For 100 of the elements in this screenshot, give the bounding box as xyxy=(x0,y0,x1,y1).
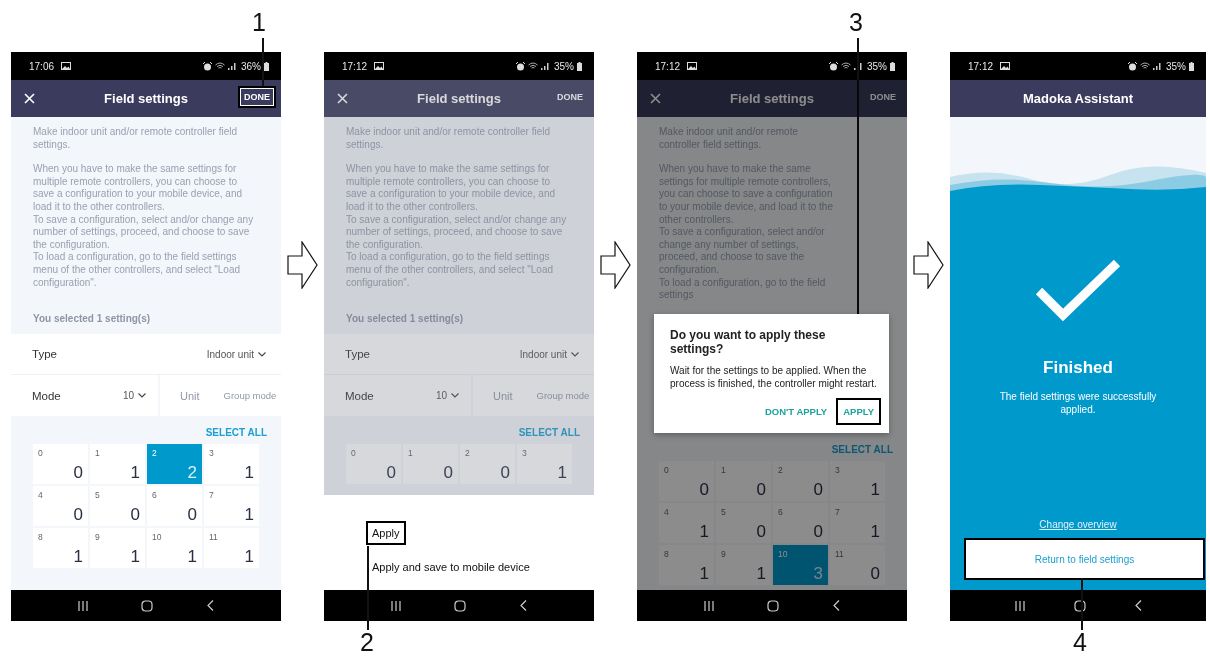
close-icon[interactable] xyxy=(337,93,348,104)
result-message: The field settings were successfully applied. xyxy=(998,390,1158,416)
return-button[interactable]: Return to field settings xyxy=(966,540,1203,578)
done-button[interactable]: DONE xyxy=(553,88,587,106)
cell-value: 0 xyxy=(756,479,766,499)
setting-cell[interactable]: 3 1 xyxy=(830,460,885,501)
change-overview-link[interactable]: Change overview xyxy=(1039,519,1117,530)
battery-percent: 35% xyxy=(554,60,574,72)
setting-cell[interactable]: 4 1 xyxy=(659,502,714,543)
dialog-title: Do you want to apply these settings? xyxy=(670,327,827,356)
status-time: 17:12 xyxy=(968,60,994,72)
image-icon xyxy=(1000,62,1011,70)
setting-cell[interactable]: 11 1 xyxy=(204,528,259,569)
back-icon[interactable] xyxy=(833,600,841,611)
right-arrow-icon xyxy=(600,241,631,289)
setting-cell[interactable]: 7 1 xyxy=(830,502,885,543)
recent-apps-icon[interactable] xyxy=(390,600,401,611)
signal-icon xyxy=(541,62,549,70)
setting-cell[interactable]: 9 1 xyxy=(716,544,771,585)
type-row[interactable]: Type Indoor unit xyxy=(11,334,281,376)
leader-line xyxy=(1081,578,1083,630)
done-button[interactable]: DONE xyxy=(866,88,900,106)
cell-value: 3 xyxy=(813,563,823,583)
setting-cell[interactable]: 0 0 xyxy=(33,444,88,485)
result-title: Finished xyxy=(1043,358,1113,378)
setting-cell[interactable]: 4 0 xyxy=(33,486,88,527)
checkmark-icon xyxy=(1035,259,1121,323)
cell-index: 8 xyxy=(664,548,669,559)
cell-value: 1 xyxy=(130,463,140,483)
battery-icon xyxy=(890,61,895,71)
battery-icon xyxy=(264,61,269,71)
setting-cell[interactable]: 7 1 xyxy=(204,486,259,527)
setting-cell[interactable]: 2 0 xyxy=(773,460,828,501)
home-icon[interactable] xyxy=(141,599,154,612)
setting-cell[interactable]: 0 0 xyxy=(659,460,714,501)
select-all-link[interactable]: SELECT ALL xyxy=(205,427,267,439)
back-icon[interactable] xyxy=(207,600,215,611)
screen-title: Madoka Assistant xyxy=(1022,91,1134,106)
screen-title: Field settings xyxy=(417,91,501,106)
setting-cell[interactable]: 8 1 xyxy=(33,528,88,569)
setting-cell[interactable]: 1 1 xyxy=(90,444,145,485)
type-row[interactable]: Type Indoor unit xyxy=(324,334,594,376)
recent-apps-icon[interactable] xyxy=(703,600,714,611)
home-icon[interactable] xyxy=(1073,599,1086,612)
cell-index: 0 xyxy=(351,448,356,459)
right-arrow-icon xyxy=(913,241,944,289)
intro-paragraph: Make indoor unit and/or remote controller field settings. xyxy=(346,126,551,152)
cell-index: 3 xyxy=(522,448,527,459)
setting-cell[interactable]: 1 0 xyxy=(403,444,458,485)
status-time: 17:12 xyxy=(342,60,368,72)
image-icon xyxy=(61,62,72,70)
cell-value: 0 xyxy=(813,521,823,541)
cell-value: 0 xyxy=(130,505,140,525)
setting-cell[interactable]: 2 2 xyxy=(147,444,202,485)
setting-cell[interactable]: 1 0 xyxy=(716,460,771,501)
selected-count: You selected 1 setting(s) xyxy=(345,312,465,327)
battery-percent: 36% xyxy=(241,60,261,72)
cell-index: 0 xyxy=(38,448,43,459)
setting-cell[interactable]: 8 1 xyxy=(659,544,714,585)
home-icon[interactable] xyxy=(767,599,780,612)
close-icon[interactable] xyxy=(24,93,35,104)
chevron-down-icon xyxy=(258,351,266,357)
cell-index: 8 xyxy=(38,532,43,543)
cell-index: 0 xyxy=(664,464,669,475)
cell-value: 1 xyxy=(557,463,567,483)
setting-cell[interactable]: 10 1 xyxy=(147,528,202,569)
mode-label: Mode xyxy=(345,389,375,402)
mode-selector[interactable]: Mode 10 xyxy=(324,375,471,417)
dialog-message: Wait for the settings to be applied. When the process is finished, the controller might restart. xyxy=(670,363,878,390)
recent-apps-icon[interactable] xyxy=(1014,600,1025,611)
battery-percent: 35% xyxy=(1166,60,1186,72)
setting-cell[interactable]: 5 0 xyxy=(716,502,771,543)
setting-cell[interactable]: 9 1 xyxy=(90,528,145,569)
intro-paragraph: When you have to make the same settings for multiple remote controllers, you can choose to save a configuration to your mobile device, and load it to the other controllers. To save a configuration, select and/or change any number of settings, proceed, and choose to save the configuration. To load a configuration, go to the field settings menu of the other controllers, and select "Load configuration". xyxy=(346,163,568,290)
close-icon[interactable] xyxy=(650,93,661,104)
wifi-icon xyxy=(1140,62,1150,70)
setting-cell[interactable]: 6 0 xyxy=(147,486,202,527)
setting-cell[interactable]: 3 1 xyxy=(204,444,259,485)
setting-cell[interactable]: 3 1 xyxy=(517,444,572,485)
alarm-icon xyxy=(1128,61,1137,71)
back-icon[interactable] xyxy=(520,600,528,611)
setting-cell[interactable]: 2 0 xyxy=(460,444,515,485)
dialog-button[interactable]: DON'T APPLY xyxy=(759,399,833,423)
done-button[interactable]: DONE xyxy=(240,88,274,106)
dialog-button[interactable]: APPLY xyxy=(838,399,879,423)
setting-cell[interactable]: 11 0 xyxy=(830,544,885,585)
sheet-option[interactable]: Apply xyxy=(368,523,404,543)
back-icon[interactable] xyxy=(1134,600,1142,611)
battery-icon xyxy=(577,61,582,71)
screen-title: Field settings xyxy=(104,91,188,106)
cell-value: 1 xyxy=(187,547,197,567)
cell-index: 2 xyxy=(152,448,157,459)
cell-value: 1 xyxy=(130,547,140,567)
setting-cell[interactable]: 5 0 xyxy=(90,486,145,527)
mode-selector[interactable]: Mode 10 xyxy=(11,375,158,417)
setting-cell[interactable]: 6 0 xyxy=(773,502,828,543)
recent-apps-icon[interactable] xyxy=(77,600,88,611)
home-icon[interactable] xyxy=(454,599,467,612)
setting-cell[interactable]: 0 0 xyxy=(346,444,401,485)
cell-index: 6 xyxy=(778,506,783,517)
